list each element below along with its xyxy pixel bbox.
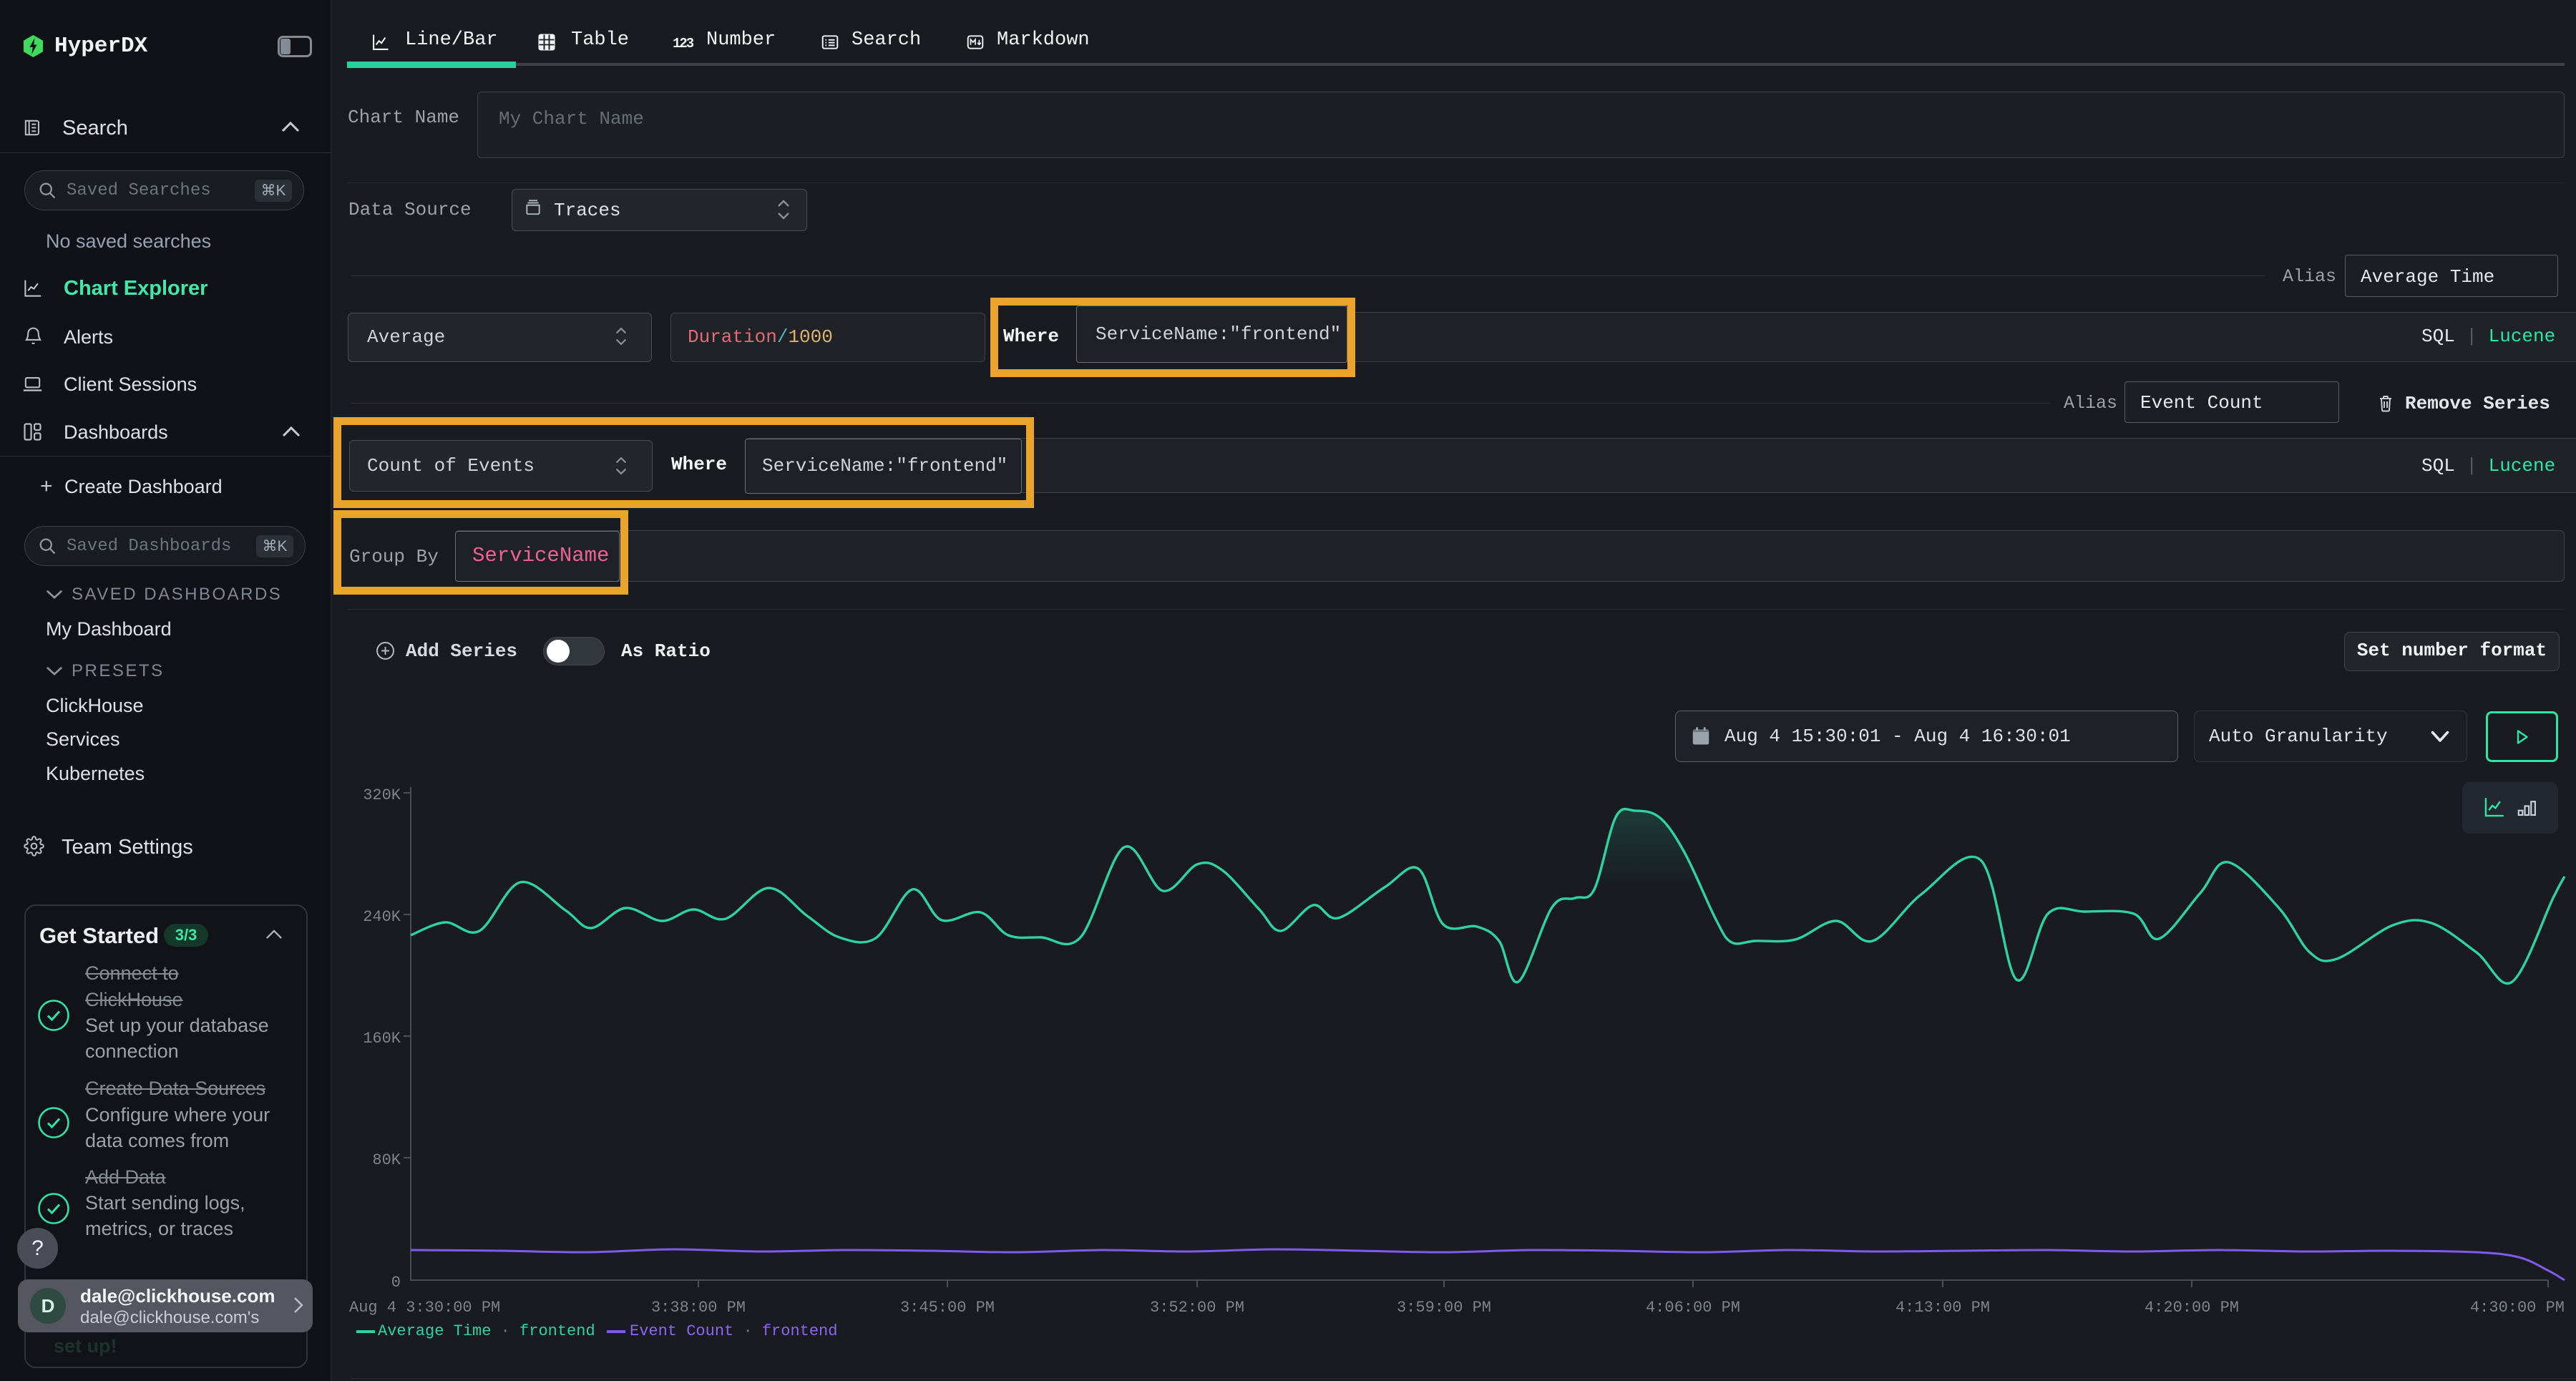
svg-text:80K: 80K: [372, 1151, 401, 1169]
svg-text:160K: 160K: [363, 1030, 401, 1048]
svg-text:240K: 240K: [363, 908, 401, 926]
svg-text:3:52:00 PM: 3:52:00 PM: [1150, 1299, 1244, 1317]
svg-text:3:45:00 PM: 3:45:00 PM: [900, 1299, 995, 1317]
svg-text:3:59:00 PM: 3:59:00 PM: [1397, 1299, 1491, 1317]
svg-text:Aug 4 3:30:00 PM: Aug 4 3:30:00 PM: [349, 1299, 500, 1317]
svg-text:0: 0: [391, 1274, 401, 1292]
svg-text:4:13:00 PM: 4:13:00 PM: [1896, 1299, 1990, 1317]
svg-text:3:38:00 PM: 3:38:00 PM: [651, 1299, 746, 1317]
svg-text:4:30:00 PM: 4:30:00 PM: [2470, 1299, 2565, 1317]
svg-text:4:20:00 PM: 4:20:00 PM: [2145, 1299, 2239, 1317]
svg-text:4:06:00 PM: 4:06:00 PM: [1646, 1299, 1740, 1317]
svg-text:320K: 320K: [363, 786, 401, 804]
